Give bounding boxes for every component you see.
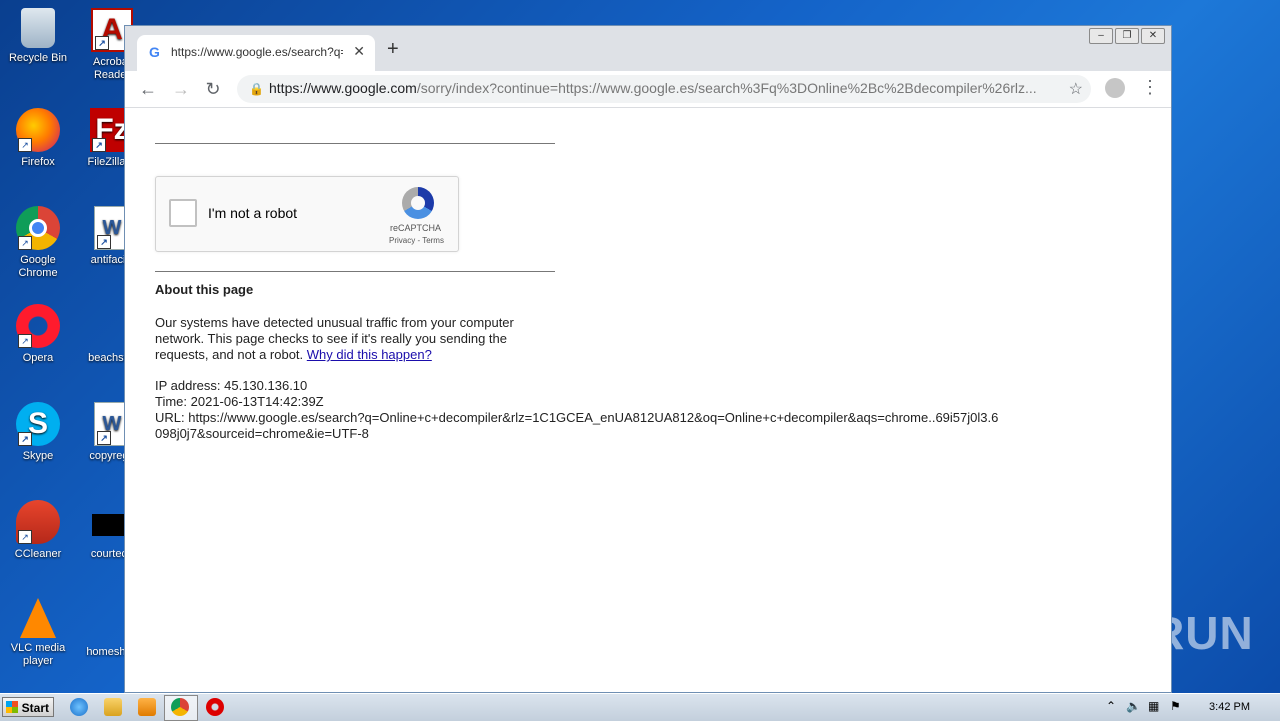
desktop-icon-recycle-bin[interactable]: Recycle Bin [0, 8, 76, 65]
recaptcha-label: I'm not a robot [208, 205, 298, 221]
desktop-icon-firefox[interactable]: ↗ Firefox [0, 108, 76, 169]
shortcut-arrow-icon: ↗ [18, 334, 32, 348]
request-time: Time: 2021-06-13T14:42:39Z [155, 394, 324, 409]
shortcut-arrow-icon: ↗ [18, 432, 32, 446]
tab-close-icon[interactable]: ✕ [353, 43, 365, 60]
shortcut-arrow-icon: ↗ [18, 530, 32, 544]
recaptcha-logo-icon [402, 187, 434, 219]
media-player-icon[interactable] [138, 698, 156, 716]
menu-dots-icon[interactable]: ⋮ [1141, 77, 1159, 98]
close-window-button[interactable]: ✕ [1141, 28, 1165, 44]
opera-icon: ↗ [16, 304, 60, 348]
google-favicon-icon: G [149, 44, 160, 60]
desktop-icon-skype[interactable]: S ↗ Skype [0, 402, 76, 463]
request-info: IP address: 45.130.136.10 Time: 2021-06-… [155, 378, 1005, 442]
desktop-icon-label: Recycle Bin [8, 52, 68, 64]
shortcut-arrow-icon: ↗ [97, 235, 111, 249]
request-url: URL: https://www.google.es/search?q=Onli… [155, 410, 999, 441]
desktop-icon-label: Firefox [21, 156, 55, 168]
ccleaner-icon: ↗ [16, 500, 60, 544]
vlc-icon [20, 598, 56, 638]
recaptcha-privacy-terms[interactable]: Privacy - Terms [389, 236, 444, 245]
desktop-icon-label: Skype [22, 450, 54, 462]
network-icon[interactable]: ▦ [1148, 699, 1159, 713]
shortcut-arrow-icon: ↗ [92, 138, 106, 152]
windows-flag-icon [6, 701, 18, 713]
system-tray: ⌃ 🔈 ▦ ⚑ 3:42 PM [1100, 694, 1280, 721]
start-label: Start [21, 701, 49, 715]
skype-icon: S ↗ [16, 402, 60, 446]
desktop-icon-label: Google Chrome [18, 254, 58, 279]
url-text: https://www.google.com/sorry/index?conti… [269, 80, 1049, 96]
reload-icon[interactable]: ↻ [202, 78, 224, 100]
profile-avatar-icon[interactable] [1105, 78, 1125, 98]
flag-icon[interactable]: ⚑ [1170, 699, 1181, 713]
ip-address: IP address: 45.130.136.10 [155, 378, 308, 393]
chrome-taskbar-icon[interactable] [171, 698, 189, 716]
divider [155, 143, 555, 144]
bookmark-star-icon[interactable]: ☆ [1069, 79, 1083, 99]
window-controls: – ❐ ✕ [1089, 28, 1165, 44]
chrome-window: G https://www.google.es/search?q=Online+… [124, 25, 1172, 693]
url-path: /sorry/index?continue=https://www.google… [416, 80, 1037, 96]
desktop-icon-chrome[interactable]: ↗ Google Chrome [0, 206, 76, 280]
why-link[interactable]: Why did this happen? [307, 347, 432, 362]
url-host: https://www.google.com [269, 80, 417, 96]
start-button[interactable]: Start [2, 697, 54, 717]
desktop-icon-label: CCleaner [14, 548, 62, 560]
shortcut-arrow-icon: ↗ [95, 36, 109, 50]
volume-icon[interactable]: 🔈 [1126, 699, 1141, 713]
shortcut-arrow-icon: ↗ [18, 138, 32, 152]
taskbar: Start ⌃ 🔈 ▦ ⚑ 3:42 PM [0, 693, 1280, 721]
about-heading: About this page [155, 282, 254, 297]
internet-explorer-icon[interactable] [70, 698, 88, 716]
shortcut-arrow-icon: ↗ [97, 431, 111, 445]
shortcut-arrow-icon: ↗ [18, 236, 32, 250]
tab-title: https://www.google.es/search?q=Online+c+… [171, 45, 343, 59]
recycle-bin-icon [21, 8, 55, 48]
firefox-icon: ↗ [16, 108, 60, 152]
desktop-icon-opera[interactable]: ↗ Opera [0, 304, 76, 365]
recaptcha-brand: reCAPTCHA [390, 223, 442, 233]
recaptcha-widget: I'm not a robot reCAPTCHA Privacy - Term… [155, 176, 459, 252]
divider [155, 271, 555, 272]
chrome-icon: ↗ [16, 206, 60, 250]
back-arrow-icon[interactable]: ← [137, 78, 159, 100]
desktop-icon-vlc[interactable]: VLC media player [0, 598, 76, 668]
browser-toolbar: ← → ↻ 🔒 https://www.google.com/sorry/ind… [125, 71, 1171, 108]
new-tab-button[interactable]: + [387, 38, 399, 61]
desktop-icon-label: Opera [22, 352, 54, 364]
recaptcha-checkbox[interactable] [169, 199, 197, 227]
file-explorer-icon[interactable] [104, 698, 122, 716]
forward-arrow-icon[interactable]: → [170, 78, 192, 100]
restore-button[interactable]: ❐ [1115, 28, 1139, 44]
opera-taskbar-icon[interactable] [206, 698, 224, 716]
desktop-icon-ccleaner[interactable]: ↗ CCleaner [0, 500, 76, 561]
lock-icon: 🔒 [249, 82, 264, 96]
address-bar[interactable]: 🔒 https://www.google.com/sorry/index?con… [237, 75, 1091, 103]
desktop-icon-label: VLC media player [10, 642, 66, 667]
about-text: Our systems have detected unusual traffi… [155, 315, 535, 363]
title-bar: G https://www.google.es/search?q=Online+… [125, 26, 1171, 71]
clock[interactable]: 3:42 PM [1209, 701, 1250, 713]
minimize-button[interactable]: – [1089, 28, 1113, 44]
browser-tab[interactable]: G https://www.google.es/search?q=Online+… [137, 35, 375, 71]
tray-expand-icon[interactable]: ⌃ [1106, 699, 1116, 713]
